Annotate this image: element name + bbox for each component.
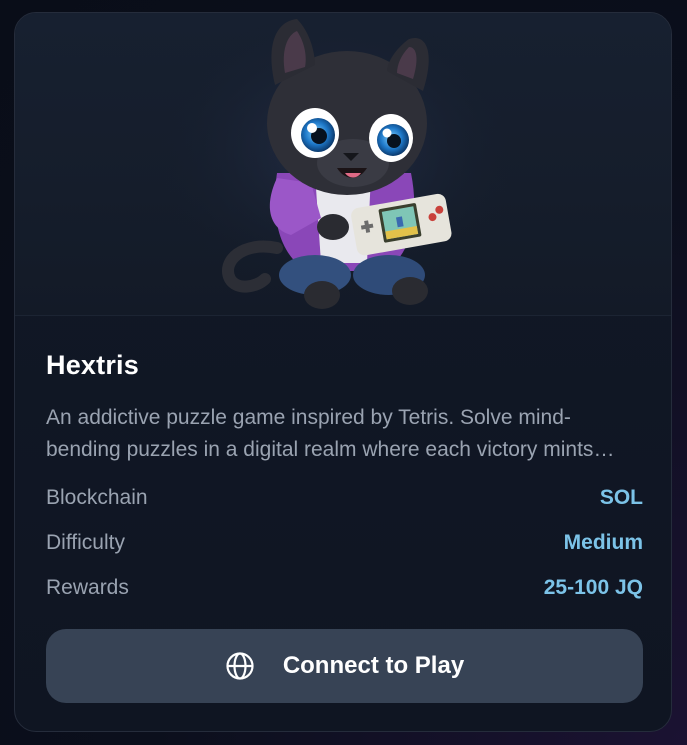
detail-value: 25-100 JQ: [543, 576, 643, 599]
game-card[interactable]: Hextris An addictive puzzle game inspire…: [14, 12, 672, 732]
detail-label: Rewards: [46, 576, 129, 599]
detail-value: SOL: [599, 486, 643, 509]
detail-label: Difficulty: [46, 531, 125, 554]
connect-to-play-button[interactable]: Connect to Play: [46, 629, 643, 703]
detail-row-difficulty: Difficulty Medium: [46, 531, 643, 561]
detail-row-rewards: Rewards 25-100 JQ: [46, 576, 643, 606]
globe-icon: [225, 651, 255, 681]
detail-value: Medium: [563, 531, 643, 554]
game-title: Hextris: [46, 350, 139, 380]
detail-label: Blockchain: [46, 486, 148, 509]
game-description: An addictive puzzle game inspired by Tet…: [46, 406, 594, 461]
detail-row-blockchain: Blockchain SOL: [46, 486, 643, 516]
connect-to-play-label: Connect to Play: [282, 652, 465, 679]
panther-gamer-illustration: [147, 13, 527, 313]
game-hero-image: [15, 13, 671, 316]
